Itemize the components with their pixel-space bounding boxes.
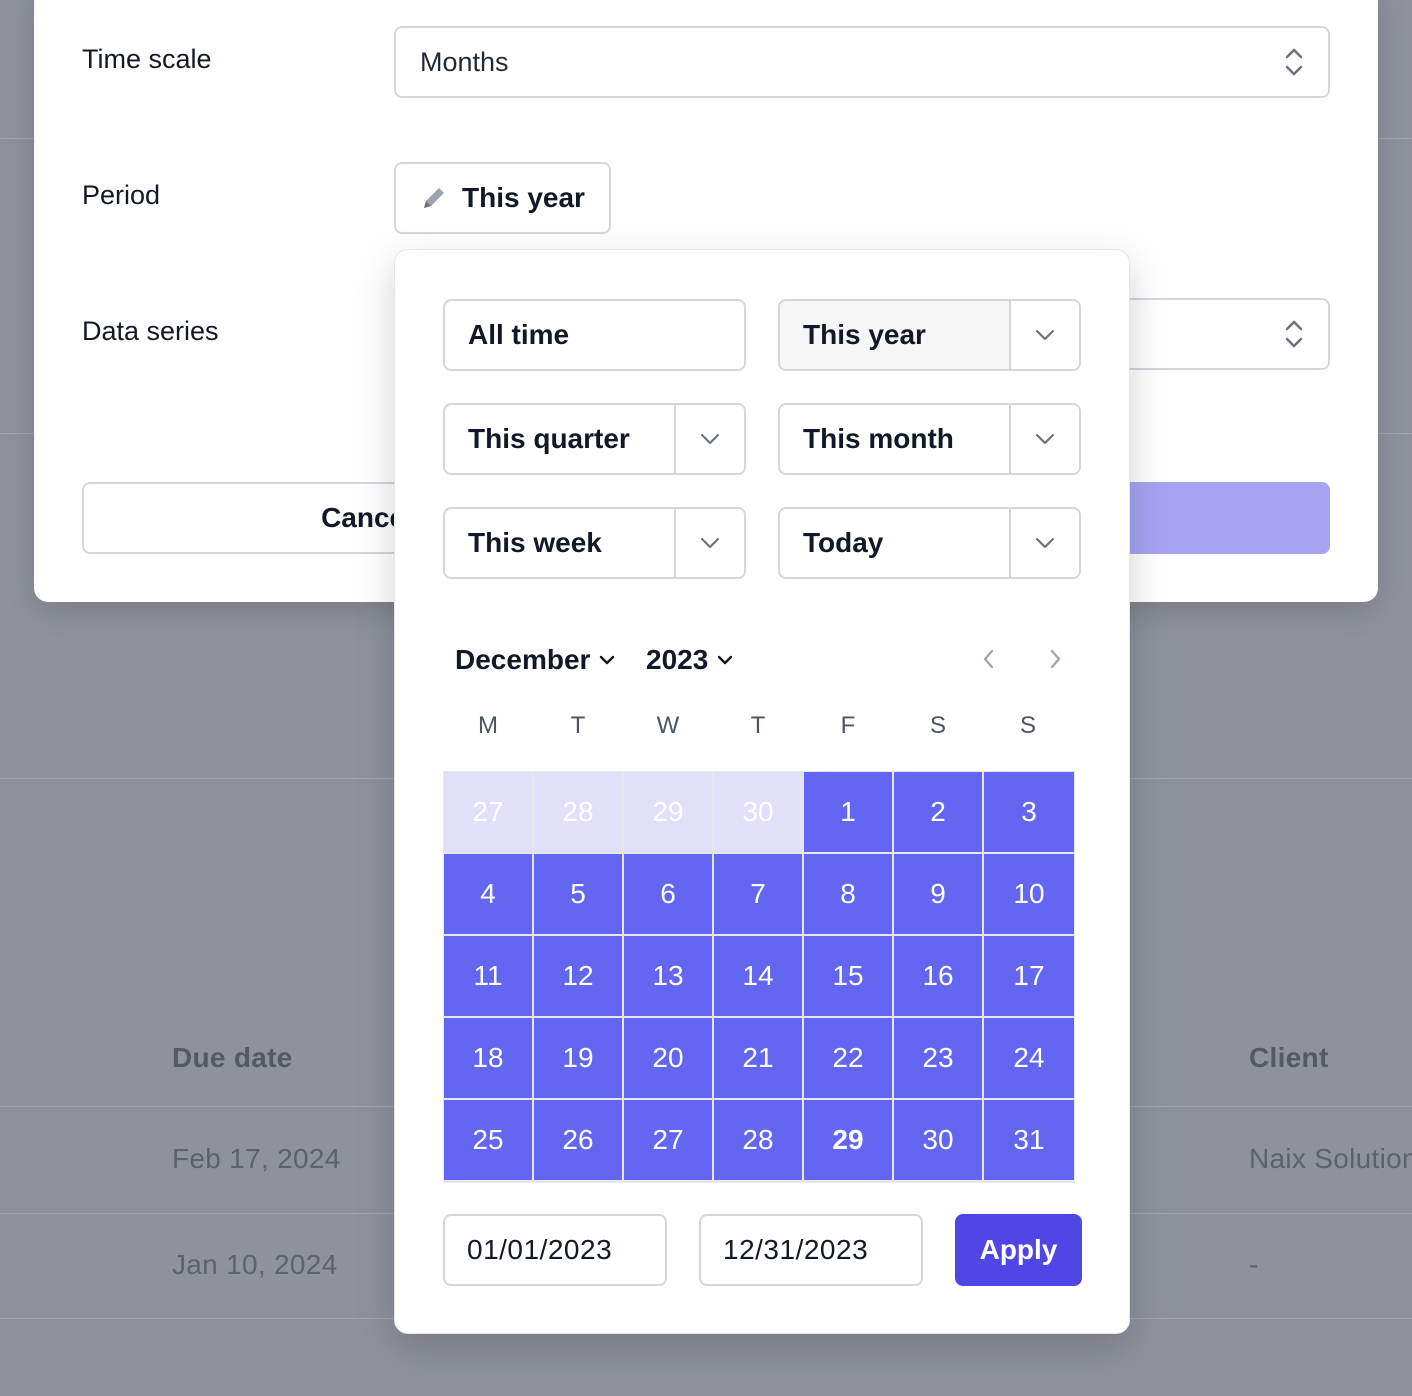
weekday-label: S	[1019, 712, 1036, 739]
calendar-day-outside-month[interactable]: 27	[444, 772, 534, 854]
month-label: December	[455, 644, 591, 675]
preset-this-week[interactable]: This week	[443, 507, 746, 579]
preset-menu-toggle[interactable]	[1009, 301, 1079, 369]
period-value: This year	[462, 182, 585, 213]
chevron-down-icon	[700, 537, 720, 549]
calendar-day[interactable]: 4	[444, 854, 534, 936]
calendar-day[interactable]: 29	[804, 1100, 894, 1182]
next-month-button[interactable]	[1040, 644, 1070, 674]
year-select[interactable]: 2023	[646, 638, 734, 682]
end-date-input[interactable]: 12/31/2023	[699, 1214, 923, 1286]
chevron-down-icon	[700, 433, 720, 445]
calendar-day[interactable]: 22	[804, 1018, 894, 1100]
calendar-day[interactable]: 16	[894, 936, 984, 1018]
pencil-icon	[424, 188, 444, 208]
calendar-day-outside-month[interactable]: 30	[714, 772, 804, 854]
preset-menu-toggle[interactable]	[1009, 405, 1079, 473]
calendar-day[interactable]: 31	[984, 1100, 1074, 1182]
preset-this-year[interactable]: This year	[778, 299, 1081, 371]
calendar-day[interactable]: 12	[534, 936, 624, 1018]
calendar-day[interactable]: 23	[894, 1018, 984, 1100]
calendar-day[interactable]: 15	[804, 936, 894, 1018]
chevron-down-icon	[1035, 537, 1055, 549]
calendar-day[interactable]: 1	[804, 772, 894, 854]
calendar-day[interactable]: 24	[984, 1018, 1074, 1100]
apply-button[interactable]: Apply	[955, 1214, 1082, 1286]
weekday-label: F	[840, 712, 856, 739]
period-label: Period	[82, 180, 161, 210]
calendar-day[interactable]: 18	[444, 1018, 534, 1100]
preset-this-quarter[interactable]: This quarter	[443, 403, 746, 475]
weekday-label: T	[750, 712, 766, 739]
calendar-day[interactable]: 10	[984, 854, 1074, 936]
preset-label: This week	[468, 527, 602, 558]
calendar-day[interactable]: 9	[894, 854, 984, 936]
chevron-down-icon	[718, 655, 733, 665]
preset-label: All time	[468, 319, 570, 350]
period-button[interactable]: This year	[394, 162, 611, 234]
preset-label: Today	[803, 527, 884, 558]
chevron-down-icon	[1035, 329, 1055, 341]
calendar-day[interactable]: 13	[624, 936, 714, 1018]
calendar-day-outside-month[interactable]: 28	[534, 772, 624, 854]
calendar-day[interactable]: 26	[534, 1100, 624, 1182]
calendar-day[interactable]: 14	[714, 936, 804, 1018]
data-series-label: Data series	[82, 316, 219, 346]
time-scale-label: Time scale	[82, 44, 212, 74]
calendar-grid: 27 28 29 30 1 2 3 4 5 6 7 8 9 10 11 12 13 14 15 16 17 18 19 20 2…	[443, 771, 1075, 1183]
calendar-day[interactable]: 27	[624, 1100, 714, 1182]
preset-label: This quarter	[468, 423, 630, 454]
weekday-label: S	[929, 712, 946, 739]
weekday-label: W	[656, 712, 680, 739]
calendar-day[interactable]: 11	[444, 936, 534, 1018]
calendar-day[interactable]: 6	[624, 854, 714, 936]
start-date-input[interactable]: 01/01/2023	[443, 1214, 667, 1286]
chevron-down-icon	[1035, 433, 1055, 445]
calendar-day[interactable]: 20	[624, 1018, 714, 1100]
preset-label: This month	[803, 423, 954, 454]
calendar-day[interactable]: 3	[984, 772, 1074, 854]
preset-this-month[interactable]: This month	[778, 403, 1081, 475]
calendar-day[interactable]: 25	[444, 1100, 534, 1182]
chevron-left-icon	[983, 649, 994, 669]
year-label: 2023	[646, 644, 709, 675]
calendar-day[interactable]: 28	[714, 1100, 804, 1182]
column-header-due-date: Due date	[172, 1042, 293, 1073]
calendar-day[interactable]: 2	[894, 772, 984, 854]
submit-button[interactable]	[1114, 482, 1330, 554]
preset-label: This year	[803, 319, 926, 350]
column-header-client: Client	[1249, 1042, 1329, 1073]
table-row-client: -	[1249, 1249, 1259, 1280]
time-scale-select[interactable]: Months	[394, 26, 1330, 98]
calendar-day[interactable]: 30	[894, 1100, 984, 1182]
cancel-button[interactable]: Cancel	[82, 482, 422, 554]
previous-month-button[interactable]	[974, 644, 1004, 674]
preset-menu-toggle[interactable]	[674, 405, 744, 473]
weekday-label: M	[478, 712, 498, 739]
table-row-client: Naix Solution	[1249, 1143, 1412, 1174]
calendar-day[interactable]: 7	[714, 854, 804, 936]
table-row-due-date: Feb 17, 2024	[172, 1143, 341, 1174]
month-select[interactable]: December	[455, 638, 616, 682]
date-range-popover: All time This year This quarter This mon…	[394, 249, 1130, 1334]
preset-all-time[interactable]: All time	[443, 299, 746, 371]
time-scale-value: Months	[420, 47, 509, 77]
chevron-right-icon	[1050, 649, 1061, 669]
calendar-day[interactable]: 19	[534, 1018, 624, 1100]
table-row-due-date: Jan 10, 2024	[172, 1249, 338, 1280]
calendar-day[interactable]: 5	[534, 854, 624, 936]
chevron-up-down-icon	[1285, 320, 1303, 348]
chevron-down-icon	[600, 655, 615, 665]
calendar-day[interactable]: 21	[714, 1018, 804, 1100]
preset-today[interactable]: Today	[778, 507, 1081, 579]
preset-menu-toggle[interactable]	[1009, 509, 1079, 577]
calendar-day-outside-month[interactable]: 29	[624, 772, 714, 854]
chevron-up-down-icon	[1285, 48, 1303, 76]
preset-menu-toggle[interactable]	[674, 509, 744, 577]
calendar-day[interactable]: 8	[804, 854, 894, 936]
calendar-day[interactable]: 17	[984, 936, 1074, 1018]
weekday-label: T	[570, 712, 586, 739]
